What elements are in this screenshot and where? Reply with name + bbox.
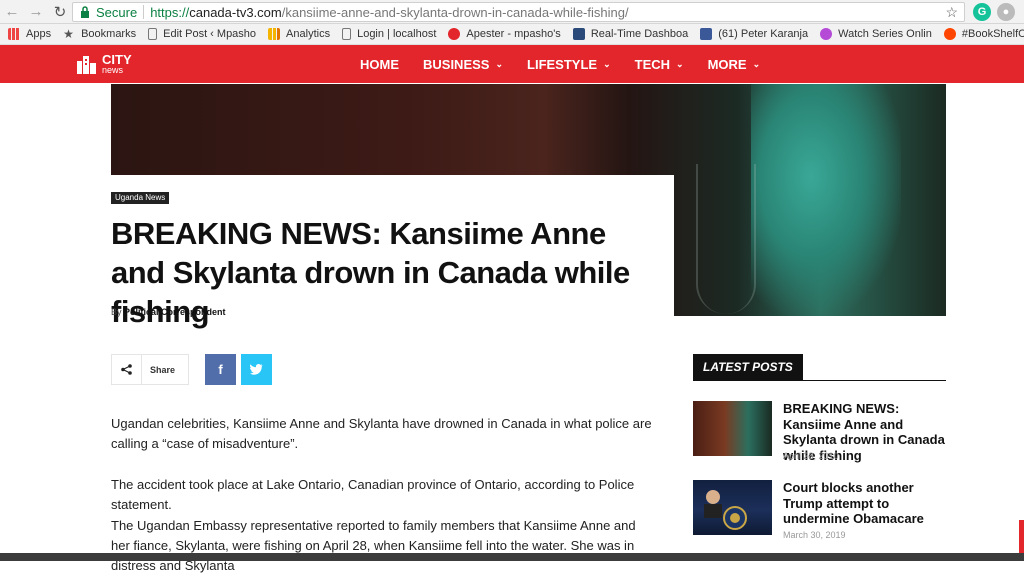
reload-icon[interactable]: ↻ bbox=[48, 0, 72, 24]
bookmark-label: #BookShelfChallen bbox=[961, 28, 1024, 40]
url-path: /kansiime-anne-and-skylanta-drown-in-can… bbox=[281, 4, 629, 20]
bookmark-label: Watch Series Onlin bbox=[838, 28, 932, 40]
bookmark-facebook[interactable]: (61) Peter Karanja bbox=[700, 28, 808, 40]
share-button[interactable]: Share bbox=[111, 354, 189, 385]
site-header: CITY news HOME BUSINESS ⌄ LIFESTYLE ⌄ TECH… bbox=[0, 45, 1024, 83]
floating-tab[interactable] bbox=[1019, 520, 1024, 553]
logo-city: CITY bbox=[102, 51, 132, 67]
bookmarks-bar: Apps ★ Bookmarks Edit Post ‹ Mpasho Analy… bbox=[0, 24, 1024, 45]
chevron-down-icon: ⌄ bbox=[676, 58, 684, 69]
article-paragraph: The accident took place at Lake Ontario,… bbox=[111, 477, 635, 512]
latest-posts-divider bbox=[693, 380, 946, 381]
author-link[interactable]: Political Correspondent bbox=[124, 307, 226, 317]
bookmark-bookmarks[interactable]: ★ Bookmarks bbox=[63, 28, 136, 40]
apps-grid-icon bbox=[8, 28, 20, 40]
menu-label: HOME bbox=[360, 56, 399, 72]
extension-icon[interactable]: ● bbox=[997, 3, 1015, 21]
hero-teal-dress bbox=[751, 84, 901, 316]
analytics-icon bbox=[268, 28, 281, 40]
facebook-icon: f bbox=[218, 362, 223, 377]
dashboard-icon bbox=[572, 28, 585, 40]
city-skyline-icon bbox=[76, 53, 98, 75]
post-date: March 30, 2019 bbox=[783, 530, 846, 540]
bookmark-label: Apps bbox=[26, 28, 52, 40]
menu-home[interactable]: HOME bbox=[360, 57, 399, 72]
menu-lifestyle[interactable]: LIFESTYLE ⌄ bbox=[527, 57, 611, 72]
page-icon bbox=[148, 28, 158, 40]
podium-seal-icon bbox=[704, 490, 747, 530]
bookmark-label: Apester - mpasho's bbox=[466, 28, 561, 40]
latest-posts-heading: LATEST POSTS bbox=[693, 354, 803, 380]
bookmark-realtime[interactable]: Real-Time Dashboa bbox=[572, 28, 689, 40]
post-date: April 28, 2010 bbox=[783, 451, 839, 461]
bookmark-label: Real-Time Dashboa bbox=[590, 28, 689, 40]
reddit-icon bbox=[943, 28, 956, 40]
star-icon: ★ bbox=[63, 27, 74, 41]
bookmark-edit-post[interactable]: Edit Post ‹ Mpasho bbox=[148, 28, 256, 40]
lock-icon bbox=[78, 5, 92, 19]
menu-label: TECH bbox=[634, 56, 671, 72]
bookmark-label: (61) Peter Karanja bbox=[718, 28, 809, 40]
secure-label: Secure bbox=[96, 4, 138, 20]
share-icon bbox=[112, 355, 142, 384]
browser-toolbar: ← → ↻ Secure https://canada-tv3.com/kans… bbox=[0, 0, 1024, 24]
bookmark-apester[interactable]: Apester - mpasho's bbox=[448, 28, 561, 40]
address-bar[interactable]: Secure https://canada-tv3.com/kansiime-a… bbox=[72, 2, 965, 22]
url-divider bbox=[143, 5, 145, 19]
url-host: canada-tv3.com bbox=[189, 4, 282, 20]
grammarly-icon[interactable]: G bbox=[973, 3, 991, 21]
bookmark-label: Login | localhost bbox=[357, 28, 437, 40]
hero-wine-glass bbox=[696, 164, 756, 314]
main-menu: HOME BUSINESS ⌄ LIFESTYLE ⌄ TECH ⌄ MORE ⌄ bbox=[360, 45, 784, 83]
menu-label: BUSINESS bbox=[423, 56, 490, 72]
forward-icon[interactable]: → bbox=[24, 0, 48, 24]
bookmark-watch-series[interactable]: Watch Series Onlin bbox=[820, 28, 932, 40]
bookmark-label: Edit Post ‹ Mpasho bbox=[163, 28, 257, 40]
twitter-icon bbox=[250, 364, 263, 375]
byline: By Political Correspondent bbox=[111, 307, 226, 317]
menu-tech[interactable]: TECH ⌄ bbox=[635, 57, 684, 72]
chevron-down-icon: ⌄ bbox=[603, 58, 611, 69]
facebook-icon bbox=[700, 28, 713, 40]
apester-icon bbox=[448, 28, 461, 40]
article-paragraph: The Ugandan Embassy representative repor… bbox=[111, 518, 636, 573]
chevron-down-icon: ⌄ bbox=[752, 58, 761, 69]
back-icon[interactable]: ← bbox=[0, 0, 24, 24]
menu-label: LIFESTYLE bbox=[527, 56, 598, 72]
post-thumbnail[interactable] bbox=[693, 480, 772, 535]
bookmark-bookshelf[interactable]: #BookShelfChallen bbox=[943, 28, 1024, 40]
menu-business[interactable]: BUSINESS ⌄ bbox=[423, 57, 503, 72]
twitter-share-button[interactable] bbox=[241, 354, 272, 385]
facebook-share-button[interactable]: f bbox=[205, 354, 236, 385]
page-icon bbox=[342, 28, 352, 40]
menu-more[interactable]: MORE ⌄ bbox=[708, 57, 761, 72]
bookmark-label: Bookmarks bbox=[81, 28, 137, 40]
post-thumbnail[interactable] bbox=[693, 401, 772, 456]
post-title[interactable]: Court blocks another Trump attempt to un… bbox=[783, 480, 948, 527]
play-icon bbox=[820, 28, 833, 40]
bookmark-apps[interactable]: Apps bbox=[8, 28, 51, 40]
logo-text: CITY news bbox=[102, 51, 132, 75]
bookmark-label: Analytics bbox=[286, 28, 331, 40]
logo-news: news bbox=[102, 64, 124, 75]
byline-prefix: By bbox=[111, 307, 122, 317]
article-paragraph: Ugandan celebrities, Kansiime Anne and S… bbox=[111, 416, 652, 451]
bookmark-star-icon[interactable]: ☆ bbox=[945, 4, 958, 21]
category-tag[interactable]: Uganda News bbox=[111, 192, 170, 204]
menu-label: MORE bbox=[707, 56, 747, 72]
url-protocol: https:// bbox=[150, 4, 190, 20]
chevron-down-icon: ⌄ bbox=[495, 58, 504, 69]
share-label: Share bbox=[150, 364, 176, 375]
site-logo[interactable]: CITY news bbox=[76, 51, 132, 77]
bookmark-analytics[interactable]: Analytics bbox=[268, 28, 330, 40]
os-taskbar bbox=[0, 553, 1024, 561]
bookmark-login[interactable]: Login | localhost bbox=[342, 28, 436, 40]
